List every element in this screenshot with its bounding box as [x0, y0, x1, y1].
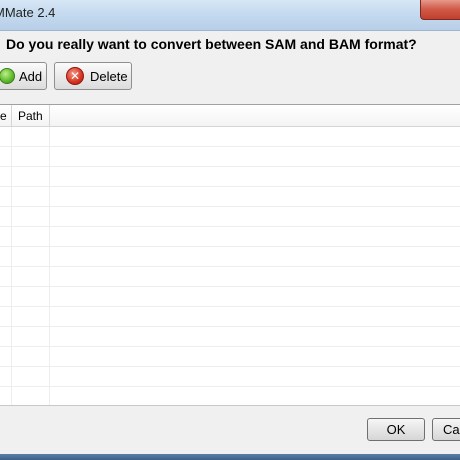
table-cell-path [12, 247, 50, 267]
add-button-label: Add [19, 68, 43, 84]
column-header-path[interactable]: Path [12, 105, 50, 127]
table-cell-path [12, 387, 50, 405]
delete-button[interactable]: ✕ Delete [54, 62, 132, 90]
table-row[interactable] [0, 167, 460, 187]
dialog-body: Do you really want to convert between SA… [0, 31, 460, 454]
table-row[interactable] [0, 387, 460, 405]
confirmation-question: Do you really want to convert between SA… [6, 36, 417, 52]
table-cell-type [0, 287, 12, 307]
table-row[interactable] [0, 147, 460, 167]
add-icon [0, 68, 15, 84]
table-row[interactable] [0, 187, 460, 207]
table-cell-type [0, 147, 12, 167]
table-cell-path [12, 307, 50, 327]
table-cell-type [0, 227, 12, 247]
table-row[interactable] [0, 307, 460, 327]
table-row[interactable] [0, 127, 460, 147]
window-close-button[interactable] [420, 0, 460, 20]
table-cell-type [0, 127, 12, 147]
table-row[interactable] [0, 327, 460, 347]
delete-icon: ✕ [66, 67, 84, 85]
table-cell-type [0, 167, 12, 187]
taskbar [0, 454, 460, 460]
table-cell-type [0, 327, 12, 347]
table-cell-type [0, 347, 12, 367]
table-cell-path [12, 227, 50, 247]
table-row[interactable] [0, 287, 460, 307]
table-cell-type [0, 207, 12, 227]
table-row[interactable] [0, 267, 460, 287]
delete-button-label: Delete [90, 68, 128, 84]
table-row[interactable] [0, 367, 460, 387]
table-cell-path [12, 207, 50, 227]
add-button[interactable]: Add [0, 62, 47, 90]
table-header: e Path [0, 105, 460, 127]
table-cell-type [0, 187, 12, 207]
table-cell-path [12, 367, 50, 387]
table-row[interactable] [0, 227, 460, 247]
table-cell-path [12, 127, 50, 147]
table-cell-path [12, 147, 50, 167]
table-cell-type [0, 267, 12, 287]
table-cell-path [12, 167, 50, 187]
cancel-button[interactable]: Cancel [432, 418, 460, 441]
table-cell-type [0, 247, 12, 267]
table-cell-path [12, 187, 50, 207]
column-header-type[interactable]: e [0, 105, 12, 127]
table-cell-type [0, 307, 12, 327]
file-table[interactable]: e Path [0, 104, 460, 406]
window-titlebar[interactable]: MMate 2.4 [0, 0, 460, 31]
table-row[interactable] [0, 207, 460, 227]
table-cell-type [0, 387, 12, 405]
table-cell-type [0, 367, 12, 387]
table-cell-path [12, 267, 50, 287]
table-row[interactable] [0, 347, 460, 367]
window-title: MMate 2.4 [0, 5, 56, 20]
ok-button[interactable]: OK [367, 418, 425, 441]
table-cell-path [12, 347, 50, 367]
table-cell-path [12, 327, 50, 347]
table-cell-path [12, 287, 50, 307]
table-row[interactable] [0, 247, 460, 267]
